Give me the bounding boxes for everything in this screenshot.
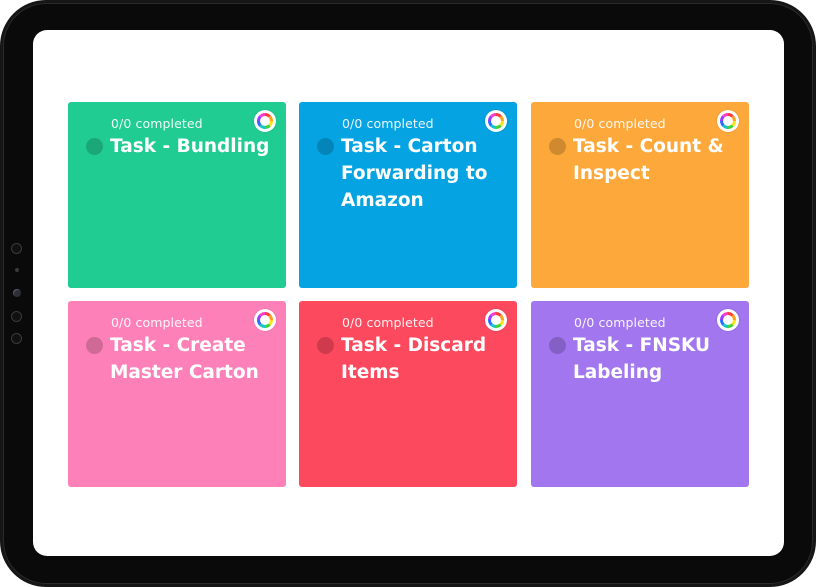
color-wheel-segment [720, 319, 725, 326]
color-wheel-center [493, 118, 499, 124]
color-wheel-segment [264, 113, 271, 118]
color-wheel-segment [488, 115, 493, 122]
color-wheel-segment [490, 124, 497, 129]
color-wheel-segment [722, 323, 729, 328]
status-dot[interactable] [549, 337, 566, 354]
task-title: Task - Create Master Carton [110, 335, 259, 383]
color-wheel-segment [731, 115, 736, 122]
color-wheel-segment [259, 312, 266, 317]
task-progress: 0/0 completed [342, 315, 434, 330]
color-wheel-segment [495, 124, 502, 129]
color-wheel-segment [268, 319, 273, 326]
color-wheel-segment [727, 124, 734, 129]
color-wheel-icon[interactable] [485, 309, 507, 331]
color-wheel-segment [720, 120, 725, 127]
side-button [11, 333, 22, 344]
task-title: Task - Bundling [110, 136, 270, 157]
color-wheel-segment [499, 120, 504, 127]
color-wheel-center [262, 317, 268, 323]
color-wheel-segment [495, 312, 502, 317]
color-wheel-segment [268, 120, 273, 127]
color-wheel-segment [268, 314, 273, 321]
front-camera [13, 289, 21, 297]
color-wheel-center [493, 317, 499, 323]
color-wheel-icon[interactable] [717, 309, 739, 331]
color-wheel-center [725, 317, 731, 323]
color-wheel-segment [264, 323, 271, 328]
color-wheel-segment [731, 120, 736, 127]
color-wheel-segment [731, 314, 736, 321]
color-wheel-segment [257, 115, 262, 122]
task-card-carton-forwarding[interactable]: 0/0 completed Task - Carton Forwarding t… [299, 102, 517, 288]
color-wheel-segment [722, 113, 729, 118]
task-title: Task - Discard Items [341, 335, 487, 383]
side-button [11, 243, 22, 254]
color-wheel-segment [495, 323, 502, 328]
status-dot[interactable] [317, 337, 334, 354]
task-title: Task - FNSKU Labeling [573, 335, 711, 383]
color-wheel-center [262, 118, 268, 124]
color-wheel-segment [720, 314, 725, 321]
color-wheel-segment [727, 323, 734, 328]
color-wheel-segment [499, 115, 504, 122]
task-card-discard-items[interactable]: 0/0 completed Task - Discard Items [299, 301, 517, 487]
color-wheel-segment [490, 312, 497, 317]
color-wheel-segment [264, 312, 271, 317]
side-button [11, 311, 22, 322]
task-card-bundling[interactable]: 0/0 completed Task - Bundling [68, 102, 286, 288]
task-title: Task - Count & Inspect [573, 136, 724, 184]
color-wheel-segment [259, 113, 266, 118]
status-dot[interactable] [86, 138, 103, 155]
color-wheel-segment [722, 312, 729, 317]
color-wheel-segment [488, 319, 493, 326]
side-sensor-dot [15, 268, 19, 272]
color-wheel-segment [264, 124, 271, 129]
color-wheel-icon[interactable] [485, 110, 507, 132]
task-title: Task - Carton Forwarding to Amazon [341, 136, 488, 211]
color-wheel-icon[interactable] [254, 309, 276, 331]
status-dot[interactable] [86, 337, 103, 354]
color-wheel-segment [490, 113, 497, 118]
task-card-create-master-carton[interactable]: 0/0 completed Task - Create Master Carto… [68, 301, 286, 487]
color-wheel-segment [727, 312, 734, 317]
color-wheel-segment [727, 113, 734, 118]
color-wheel-segment [257, 314, 262, 321]
color-wheel-segment [257, 120, 262, 127]
task-progress: 0/0 completed [111, 116, 203, 131]
tablet-frame: 0/0 completed Task - Bundling 0/0 comple… [0, 0, 816, 587]
color-wheel-segment [731, 319, 736, 326]
color-wheel-icon[interactable] [254, 110, 276, 132]
status-dot[interactable] [317, 138, 334, 155]
color-wheel-segment [722, 124, 729, 129]
task-card-fnsku-labeling[interactable]: 0/0 completed Task - FNSKU Labeling [531, 301, 749, 487]
color-wheel-segment [488, 120, 493, 127]
color-wheel-segment [259, 323, 266, 328]
color-wheel-segment [257, 319, 262, 326]
color-wheel-segment [499, 319, 504, 326]
color-wheel-segment [488, 314, 493, 321]
color-wheel-icon[interactable] [717, 110, 739, 132]
color-wheel-center [725, 118, 731, 124]
color-wheel-segment [720, 115, 725, 122]
color-wheel-segment [268, 115, 273, 122]
color-wheel-segment [495, 113, 502, 118]
color-wheel-segment [259, 124, 266, 129]
color-wheel-segment [499, 314, 504, 321]
task-progress: 0/0 completed [111, 315, 203, 330]
tablet-screen: 0/0 completed Task - Bundling 0/0 comple… [33, 30, 784, 556]
status-dot[interactable] [549, 138, 566, 155]
task-progress: 0/0 completed [342, 116, 434, 131]
task-progress: 0/0 completed [574, 116, 666, 131]
task-card-count-inspect[interactable]: 0/0 completed Task - Count & Inspect [531, 102, 749, 288]
color-wheel-segment [490, 323, 497, 328]
task-progress: 0/0 completed [574, 315, 666, 330]
